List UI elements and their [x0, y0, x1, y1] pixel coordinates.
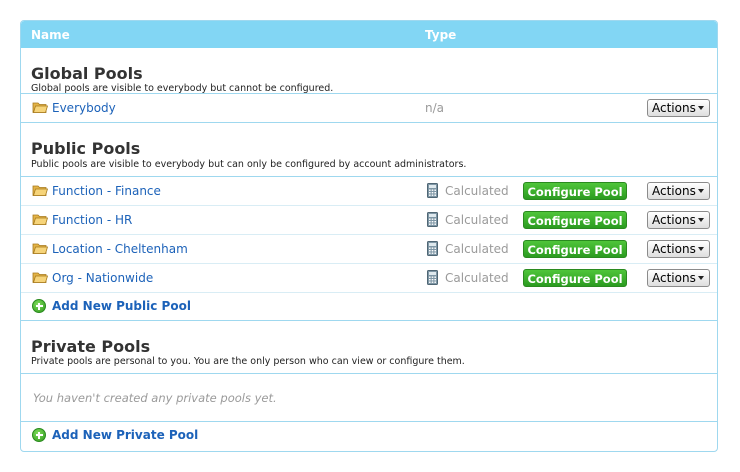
column-header-name: Name: [31, 28, 70, 42]
section-title: Private Pools: [31, 337, 151, 356]
actions-label: Actions: [652, 184, 696, 198]
actions-label: Actions: [652, 101, 696, 115]
actions-label: Actions: [652, 271, 696, 285]
section-description: Global pools are visible to everybody bu…: [31, 83, 334, 94]
pool-link[interactable]: Function - HR: [52, 213, 132, 227]
empty-state-row: You haven't created any private pools ye…: [21, 374, 717, 422]
folder-icon: [32, 101, 48, 114]
table-row: Org - Nationwide Calculated Configure Po…: [21, 264, 717, 293]
table-header: Name Type: [21, 21, 717, 48]
pool-type: Calculated: [445, 213, 509, 227]
column-header-type: Type: [425, 28, 457, 42]
pool-link[interactable]: Function - Finance: [52, 184, 161, 198]
calculator-icon: [427, 241, 438, 256]
section-title: Public Pools: [31, 139, 141, 158]
caret-down-icon: [698, 189, 704, 193]
private-pools-section: Private Pools Private pools are personal…: [21, 321, 717, 374]
plus-circle-icon[interactable]: [32, 299, 46, 313]
calculator-icon: [427, 183, 438, 198]
caret-down-icon: [698, 106, 704, 110]
calculator-icon: [427, 270, 438, 285]
actions-label: Actions: [652, 242, 696, 256]
folder-icon: [32, 184, 48, 197]
table-row: Function - Finance Calculated Configure …: [21, 177, 717, 206]
add-private-pool-row: Add New Private Pool: [21, 422, 717, 449]
pool-type: n/a: [425, 101, 445, 115]
pool-link[interactable]: Location - Cheltenham: [52, 242, 188, 256]
empty-state-text: You haven't created any private pools ye…: [33, 391, 277, 405]
add-private-pool-link[interactable]: Add New Private Pool: [52, 428, 198, 442]
section-description: Private pools are personal to you. You a…: [31, 356, 465, 367]
actions-label: Actions: [652, 213, 696, 227]
actions-button[interactable]: Actions: [647, 182, 710, 200]
public-pools-section: Public Pools Public pools are visible to…: [21, 123, 717, 177]
pool-type: Calculated: [445, 242, 509, 256]
plus-circle-icon[interactable]: [32, 428, 46, 442]
pools-panel: Name Type Global Pools Global pools are …: [20, 20, 718, 452]
configure-pool-button[interactable]: Configure Pool: [523, 240, 627, 258]
actions-button[interactable]: Actions: [647, 211, 710, 229]
section-title: Global Pools: [31, 64, 143, 83]
table-row: Location - Cheltenham Calculated Configu…: [21, 235, 717, 264]
add-public-pool-link[interactable]: Add New Public Pool: [52, 299, 191, 313]
caret-down-icon: [698, 247, 704, 251]
pool-link[interactable]: Org - Nationwide: [52, 271, 153, 285]
table-row: Everybody n/a Actions: [21, 94, 717, 123]
pool-link[interactable]: Everybody: [52, 101, 116, 115]
actions-button[interactable]: Actions: [647, 99, 710, 117]
add-public-pool-row: Add New Public Pool: [21, 293, 717, 321]
actions-button[interactable]: Actions: [647, 269, 710, 287]
caret-down-icon: [698, 276, 704, 280]
folder-icon: [32, 213, 48, 226]
configure-pool-button[interactable]: Configure Pool: [523, 269, 627, 287]
pool-type: Calculated: [445, 184, 509, 198]
global-pools-section: Global Pools Global pools are visible to…: [21, 48, 717, 94]
actions-button[interactable]: Actions: [647, 240, 710, 258]
pool-type: Calculated: [445, 271, 509, 285]
section-description: Public pools are visible to everybody bu…: [31, 159, 467, 170]
calculator-icon: [427, 212, 438, 227]
folder-icon: [32, 242, 48, 255]
folder-icon: [32, 271, 48, 284]
configure-pool-button[interactable]: Configure Pool: [523, 211, 627, 229]
caret-down-icon: [698, 218, 704, 222]
table-row: Function - HR Calculated Configure Pool …: [21, 206, 717, 235]
configure-pool-button[interactable]: Configure Pool: [523, 182, 627, 200]
